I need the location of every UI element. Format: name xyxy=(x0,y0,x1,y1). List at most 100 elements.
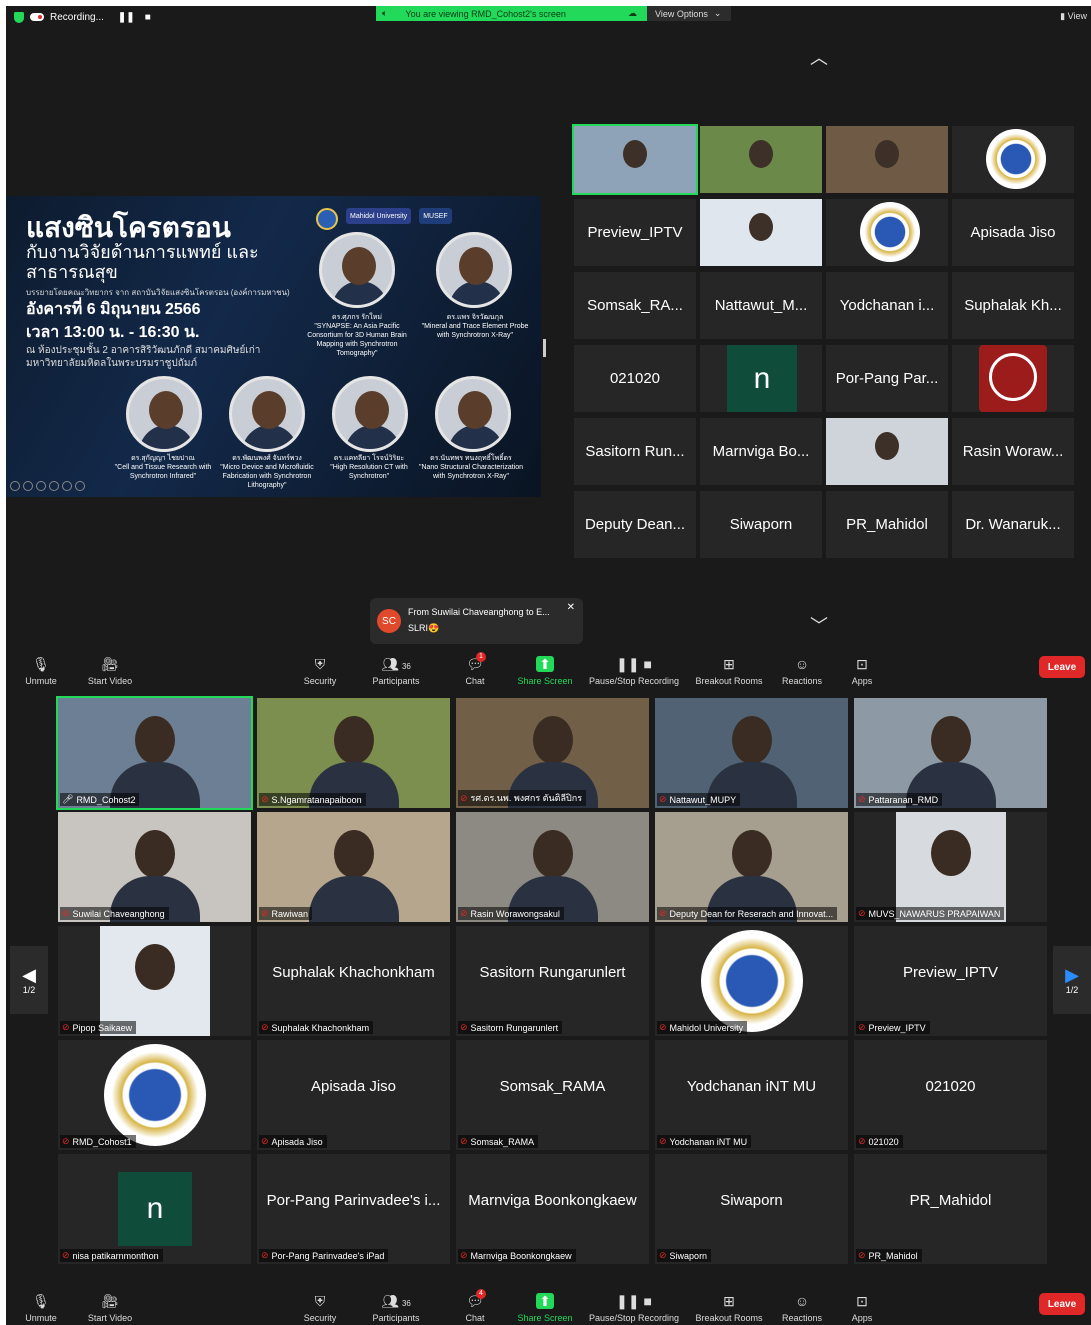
participant-tile[interactable] xyxy=(826,418,948,485)
participants-count: 36 xyxy=(401,1299,411,1308)
chat-button[interactable]: 💬︎ 1 Chat xyxy=(458,652,492,686)
participant-tile[interactable]: Apisada Jiso xyxy=(952,199,1074,266)
participant-tile[interactable]: 021020 xyxy=(574,345,696,412)
participant-tile[interactable]: Yodchanan iNT MU ⊘ Yodchanan iNT MU xyxy=(655,1040,848,1150)
slide-tool-icon[interactable] xyxy=(75,481,85,491)
security-button[interactable]: ⛨ Security xyxy=(298,656,342,686)
participant-tile[interactable]: ⊘ S.Ngamratanapaiboon xyxy=(257,698,450,808)
participant-tile[interactable]: ⊘ Deputy Dean for Reserach and Innovat... xyxy=(655,812,848,922)
participant-tile[interactable]: Siwaporn ⊘ Siwaporn xyxy=(655,1154,848,1264)
view-options-button[interactable]: View Options ⌄ xyxy=(647,6,731,21)
participant-tile[interactable]: ⊘ รศ.ดร.นพ. พงศกร ตันติลีปิกร xyxy=(456,698,649,808)
unmute-button[interactable]: 🎙︎ Unmute xyxy=(20,656,62,686)
participants-button[interactable]: 👥︎ 36 Participants xyxy=(368,1293,424,1323)
slide-tool-icon[interactable] xyxy=(36,481,46,491)
participant-tile[interactable] xyxy=(700,126,822,193)
mic-muted-icon: ⊘ xyxy=(858,1136,866,1146)
pause-stop-recording-button[interactable]: ❚❚ ■ Pause/Stop Recording xyxy=(584,1293,684,1323)
participant-tile[interactable]: PR_Mahidol xyxy=(826,491,948,558)
participant-tile[interactable]: Siwaporn xyxy=(700,491,822,558)
slide-venue: ณ ห้องประชุมชั้น 2 อาคารสิริวัฒนภักดี สม… xyxy=(26,345,261,369)
slide-tool-icon[interactable] xyxy=(10,481,20,491)
start-video-button[interactable]: 🎥︎ Start Video xyxy=(82,656,138,686)
participant-tile[interactable]: ⊘ Mahidol University xyxy=(655,926,848,1036)
participant-tile[interactable] xyxy=(826,199,948,266)
participant-tile[interactable]: ⊘ Rawiwan xyxy=(257,812,450,922)
share-screen-button[interactable]: ⬆ Share Screen xyxy=(514,1293,576,1323)
participant-tile[interactable] xyxy=(952,126,1074,193)
participant-tile[interactable]: Sasitorn Rungarunlert ⊘ Sasitorn Rungarunl… xyxy=(456,926,649,1036)
participants-button[interactable]: 👥︎ 36 Participants xyxy=(368,656,424,686)
close-icon[interactable]: ✕ xyxy=(567,602,575,613)
participant-tile[interactable]: Somsak_RA... xyxy=(574,272,696,339)
chat-button[interactable]: 💬︎ 4 Chat xyxy=(458,1289,492,1323)
next-page-button[interactable]: ▶ 1/2 xyxy=(1053,946,1091,1014)
scroll-up-chevron-icon[interactable]: ︿ xyxy=(810,44,828,70)
participant-tile[interactable]: ⊘ Suwilai Chaveanghong xyxy=(58,812,251,922)
participant-tile[interactable]: 🎤︎ RMD_Cohost2 xyxy=(56,696,253,810)
participant-tile[interactable]: Preview_IPTV xyxy=(574,199,696,266)
reactions-button[interactable]: ☺ Reactions xyxy=(776,656,828,686)
view-button[interactable]: ▮ View xyxy=(1060,11,1087,22)
participant-tile[interactable]: Preview_IPTV ⊘ Preview_IPTV xyxy=(854,926,1047,1036)
slide-tool-icon[interactable] xyxy=(62,481,72,491)
participant-tile[interactable]: Por-Pang Par... xyxy=(826,345,948,412)
participant-tile[interactable] xyxy=(952,345,1074,412)
shield-icon: ⛨ xyxy=(314,1293,326,1309)
apps-button[interactable]: ⊡ Apps xyxy=(844,1293,880,1323)
reactions-button[interactable]: ☺ Reactions xyxy=(776,1293,828,1323)
participant-tile[interactable]: n ⊘ nisa patikarnmonthon xyxy=(58,1154,251,1264)
participant-tile[interactable]: Nattawut_M... xyxy=(700,272,822,339)
person-silhouette xyxy=(749,213,773,241)
chat-notification[interactable]: SC From Suwilai Chaveanghong to E... SLR… xyxy=(370,598,583,644)
participant-tile[interactable]: ⊘ Nattawut_MUPY xyxy=(655,698,848,808)
participant-tile[interactable] xyxy=(700,199,822,266)
chat-badge: 4 xyxy=(476,1289,486,1299)
participant-tile[interactable]: Sasitorn Run... xyxy=(574,418,696,485)
participant-tile[interactable]: Dr. Wanaruk... xyxy=(952,491,1074,558)
participant-tile[interactable]: ⊘ RMD_Cohost1 xyxy=(58,1040,251,1150)
mic-muted-icon: ⊘ xyxy=(261,1250,269,1260)
participant-tile[interactable]: Deputy Dean... xyxy=(574,491,696,558)
scroll-down-chevron-icon[interactable]: ﹀ xyxy=(810,612,828,638)
participant-tile[interactable]: Yodchanan i... xyxy=(826,272,948,339)
participant-tile[interactable]: ⊘ Rasin Worawongsakul xyxy=(456,812,649,922)
participant-tile[interactable] xyxy=(826,126,948,193)
participant-name: Somsak_RAMA xyxy=(499,1078,606,1095)
participant-tile[interactable]: PR_Mahidol ⊘ PR_Mahidol xyxy=(854,1154,1047,1264)
participant-tile[interactable]: ⊘ Pattaranan_RMD xyxy=(854,698,1047,808)
breakout-rooms-button[interactable]: ⊞ Breakout Rooms xyxy=(692,656,766,686)
participant-tile[interactable]: Suphalak Kh... xyxy=(952,272,1074,339)
share-screen-button[interactable]: ⬆ Share Screen xyxy=(514,656,576,686)
participant-tile[interactable]: Marnviga Boonkongkaew ⊘ Marnviga Boonkongk… xyxy=(456,1154,649,1264)
breakout-rooms-button[interactable]: ⊞ Breakout Rooms xyxy=(692,1293,766,1323)
participant-label: ⊘ MUVS_NAWARUS PRAPAIWAN xyxy=(856,907,1005,920)
participant-tile[interactable]: Por-Pang Parinvadee's i... ⊘ Por-Pang Pari… xyxy=(257,1154,450,1264)
prev-page-button[interactable]: ◀ 1/2 xyxy=(10,946,48,1014)
slide-tool-icon[interactable] xyxy=(23,481,33,491)
pause-stop-recording-button[interactable]: ❚❚ ■ Pause/Stop Recording xyxy=(584,656,684,686)
participant-tile[interactable]: 021020 ⊘ 021020 xyxy=(854,1040,1047,1150)
participant-tile[interactable]: ⊘ Pipop Saikaew xyxy=(58,926,251,1036)
participant-tile[interactable]: Apisada Jiso ⊘ Apisada Jiso xyxy=(257,1040,450,1150)
participant-tile[interactable]: Rasin Woraw... xyxy=(952,418,1074,485)
participant-tile[interactable] xyxy=(572,124,698,195)
participant-tile[interactable]: Somsak_RAMA ⊘ Somsak_RAMA xyxy=(456,1040,649,1150)
slide-tool-icon[interactable] xyxy=(49,481,59,491)
shield-icon[interactable] xyxy=(14,11,24,23)
participant-tile[interactable]: Marnviga Bo... xyxy=(700,418,822,485)
pause-icon[interactable]: ❚❚ xyxy=(118,12,135,23)
share-screen-label: Share Screen xyxy=(517,676,573,686)
rabbit-logo-icon xyxy=(979,345,1047,412)
leave-button[interactable]: Leave xyxy=(1039,656,1085,678)
splitter-handle[interactable] xyxy=(543,339,546,357)
participant-tile[interactable]: n xyxy=(700,345,822,412)
leave-button[interactable]: Leave xyxy=(1039,1293,1085,1315)
start-video-button[interactable]: 🎥︎ Start Video xyxy=(82,1293,138,1323)
participant-tile[interactable]: Suphalak Khachonkham ⊘ Suphalak Khachonkha… xyxy=(257,926,450,1036)
unmute-button[interactable]: 🎙︎ Unmute xyxy=(20,1293,62,1323)
security-button[interactable]: ⛨ Security xyxy=(298,1293,342,1323)
stop-icon[interactable]: ■ xyxy=(145,12,151,23)
participant-tile[interactable]: ⊘ MUVS_NAWARUS PRAPAIWAN xyxy=(854,812,1047,922)
apps-button[interactable]: ⊡ Apps xyxy=(844,656,880,686)
